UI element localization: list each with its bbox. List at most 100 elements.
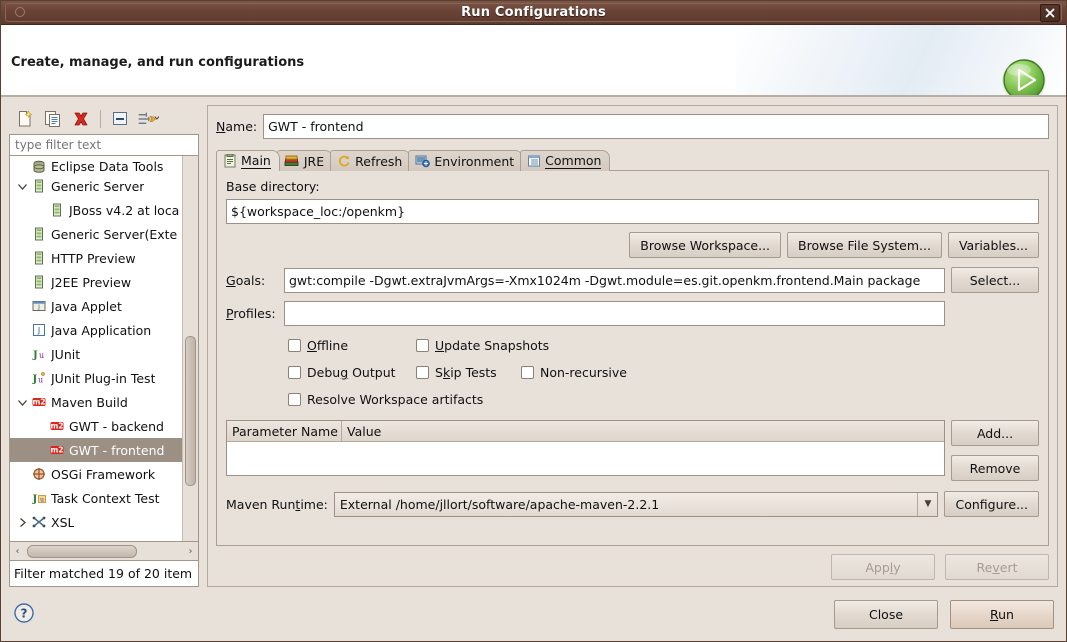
tab-jre-label: JRE: [303, 153, 325, 169]
select-goals-button[interactable]: Select...: [951, 267, 1039, 293]
resolve-workspace-artifacts-checkbox-box[interactable]: [288, 393, 301, 406]
tree-item-maven-build[interactable]: m2 Maven Build: [10, 390, 182, 414]
configure-maven-button[interactable]: Configure...: [944, 491, 1039, 517]
duplicate-configuration-icon[interactable]: [41, 107, 65, 131]
parameters-table-header: Parameter Name Value: [227, 421, 944, 442]
options-row-2: Debug Output Skip Tests Non-recursive: [288, 359, 1039, 386]
scroll-right-icon[interactable]: ›: [183, 546, 198, 557]
debug-output-checkbox-box[interactable]: [288, 366, 301, 379]
help-question-icon[interactable]: ?: [13, 602, 35, 627]
tab-common-label: Common: [545, 153, 602, 169]
collapse-all-icon[interactable]: [108, 107, 132, 131]
environment-tab-icon: [415, 155, 431, 168]
tab-environment[interactable]: Environment: [408, 150, 524, 171]
offline-checkbox-box[interactable]: [288, 339, 301, 352]
refresh-tab-icon: [339, 155, 350, 167]
toolbar-separator: [100, 110, 101, 128]
update-snapshots-checkbox[interactable]: Update Snapshots: [416, 338, 549, 353]
non-recursive-checkbox[interactable]: Non-recursive: [521, 365, 627, 380]
java-application-icon: J: [33, 324, 45, 336]
tree-item-generic-server[interactable]: Generic Server: [10, 174, 182, 198]
tree-item-java-application[interactable]: J Java Application: [10, 318, 182, 342]
tree-item-task-context-test[interactable]: Ju Task Context Test: [10, 486, 182, 510]
skip-tests-checkbox-box[interactable]: [416, 366, 429, 379]
server-icon: [35, 227, 43, 241]
browse-buttons-row: Browse Workspace... Browse File System..…: [226, 232, 1039, 258]
add-parameter-button[interactable]: Add...: [951, 420, 1039, 446]
filter-dropdown-icon[interactable]: [136, 107, 160, 131]
scroll-left-icon[interactable]: ‹: [10, 546, 25, 557]
skip-tests-checkbox[interactable]: Skip Tests: [416, 365, 521, 380]
tree-item-xsl[interactable]: XSL: [10, 510, 182, 534]
revert-label: Revert: [976, 559, 1018, 575]
tree-item-icon: [30, 227, 48, 241]
tree-horizontal-scrollbar-thumb[interactable]: [27, 545, 137, 558]
tab-main[interactable]: Main: [216, 150, 280, 171]
maven-runtime-combo[interactable]: External /home/jllort/software/apache-ma…: [333, 491, 939, 517]
variables-button[interactable]: Variables...: [947, 232, 1039, 258]
offline-checkbox[interactable]: Offline: [288, 338, 416, 353]
tree-item-junit[interactable]: Ju JUnit: [10, 342, 182, 366]
tree-item-http-preview[interactable]: HTTP Preview: [10, 246, 182, 270]
run-button[interactable]: Run: [950, 600, 1054, 629]
tree-item-jboss-v4-2-at-loca[interactable]: JBoss v4.2 at loca: [10, 198, 182, 222]
tree-item-junit-plug-in-test[interactable]: Ju JUnit Plug-in Test: [10, 366, 182, 390]
name-input[interactable]: GWT - frontend: [263, 114, 1049, 139]
profiles-row: Profiles:: [226, 301, 1039, 326]
tree-vertical-scrollbar-thumb[interactable]: [185, 336, 196, 486]
parameters-table[interactable]: Parameter Name Value: [226, 420, 945, 476]
maven-icon: m2: [50, 446, 63, 455]
tree-item-gwt-frontend[interactable]: m2 GWT - frontend: [10, 438, 182, 462]
chevron-down-icon[interactable]: [17, 397, 28, 408]
run-button-label: Run: [990, 607, 1014, 622]
apply-button[interactable]: Apply: [831, 554, 935, 580]
new-configuration-icon[interactable]: [13, 107, 37, 131]
filter-input[interactable]: [9, 134, 199, 156]
profiles-label: Profiles:: [226, 306, 276, 321]
tree-item-generic-server-exte[interactable]: Generic Server(Exte: [10, 222, 182, 246]
resolve-workspace-artifacts-checkbox[interactable]: Resolve Workspace artifacts: [288, 392, 483, 407]
filter-field-wrapper: [9, 134, 199, 156]
tab-common[interactable]: Common: [520, 150, 611, 171]
non-recursive-checkbox-box[interactable]: [521, 366, 534, 379]
tree-item-eclipse-data-tools[interactable]: Eclipse Data Tools: [10, 156, 182, 174]
remove-parameter-button[interactable]: Remove: [951, 455, 1039, 481]
chevron-down-icon[interactable]: [17, 181, 28, 192]
server-icon: [35, 275, 43, 289]
tree-item-java-applet[interactable]: J Java Applet: [10, 294, 182, 318]
tree-vertical-scrollbar[interactable]: [182, 156, 198, 541]
goals-row: Goals: gwt:compile -Dgwt.extraJvmArgs=-X…: [226, 267, 1039, 293]
maven-runtime-value: External /home/jllort/software/apache-ma…: [339, 496, 660, 512]
tree-item-icon: [30, 275, 48, 289]
update-snapshots-label: Update Snapshots: [435, 338, 550, 353]
close-dialog-button[interactable]: Close: [834, 600, 938, 629]
chevron-down-icon[interactable]: ▼: [917, 492, 937, 516]
tree-item-osgi-framework[interactable]: OSGi Framework: [10, 462, 182, 486]
variables-label: Variables...: [958, 237, 1028, 253]
chevron-right-icon[interactable]: [17, 517, 28, 528]
configurations-tree-viewport: Eclipse Data Tools Generic Server JBoss v4…: [10, 156, 182, 541]
tab-jre[interactable]: JRE: [276, 150, 334, 171]
tab-refresh[interactable]: Refresh: [330, 150, 412, 171]
browse-workspace-button[interactable]: Browse Workspace...: [629, 232, 782, 258]
debug-output-checkbox[interactable]: Debug Output: [288, 365, 416, 380]
tree-item-gwt-backend[interactable]: m2 GWT - backend: [10, 414, 182, 438]
tree-twisty[interactable]: [14, 517, 30, 528]
tree-twisty[interactable]: [14, 397, 30, 408]
delete-configuration-icon[interactable]: [69, 107, 93, 131]
goals-input[interactable]: gwt:compile -Dgwt.extraJvmArgs=-Xmx1024m…: [284, 267, 945, 293]
header-title: Create, manage, and run configurations: [11, 55, 305, 70]
maven-runtime-label: Maven Runtime:: [226, 496, 328, 512]
profiles-input[interactable]: [284, 301, 945, 326]
revert-button[interactable]: Revert: [945, 554, 1049, 580]
tree-item-j2ee-preview[interactable]: J2EE Preview: [10, 270, 182, 294]
tree-item-label: Java Application: [51, 322, 152, 338]
configurations-tree[interactable]: Eclipse Data Tools Generic Server JBoss v4…: [9, 156, 199, 542]
window-menu-icon[interactable]: [15, 7, 25, 17]
update-snapshots-checkbox-box[interactable]: [416, 339, 429, 352]
base-directory-input[interactable]: ${workspace_loc:/openkm}: [226, 199, 1039, 224]
tree-twisty[interactable]: [14, 181, 30, 192]
tree-horizontal-scrollbar[interactable]: ‹ ›: [9, 542, 199, 561]
close-window-button[interactable]: [1040, 4, 1060, 22]
browse-filesystem-button[interactable]: Browse File System...: [787, 232, 942, 258]
